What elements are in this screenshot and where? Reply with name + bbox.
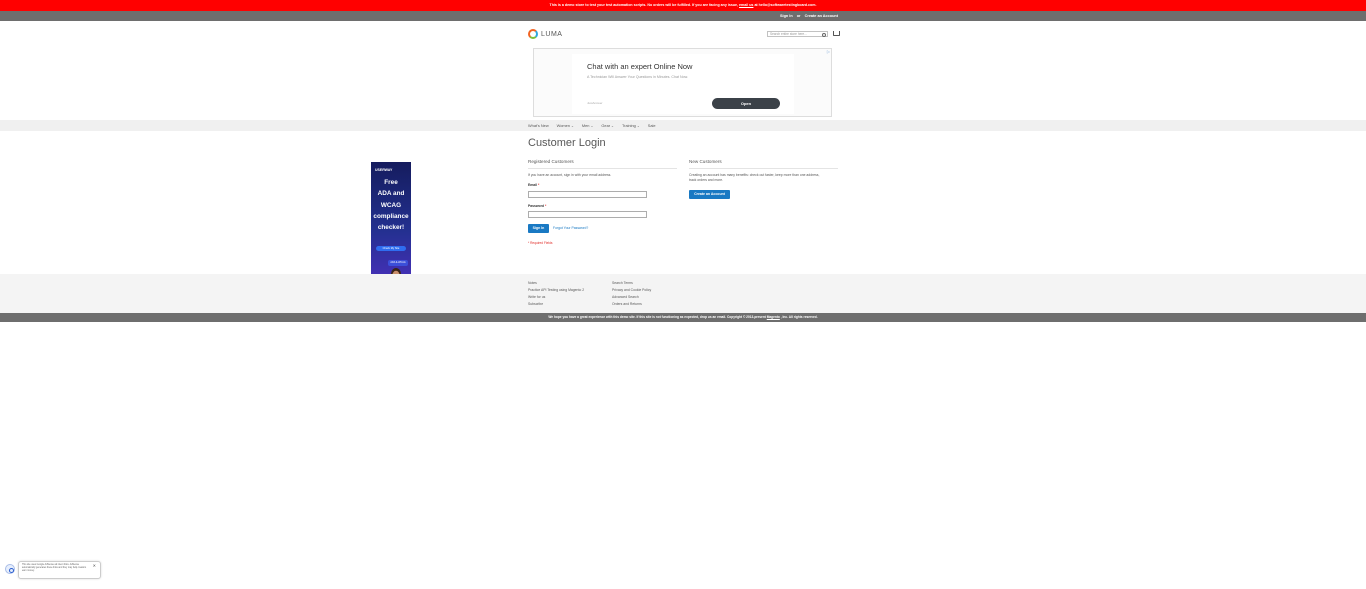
side-ad-cta-button[interactable]: Check My Site <box>376 246 406 251</box>
password-label: Password * <box>528 204 546 208</box>
or-text: or <box>796 14 801 18</box>
side-ad-line: ADA and <box>377 190 405 198</box>
nav-item-men[interactable]: Men <box>582 120 593 131</box>
nav-item-sale[interactable]: Sale <box>648 120 656 131</box>
email-label-text: Email <box>528 183 538 187</box>
close-icon[interactable]: ✕ <box>93 563 96 568</box>
divider <box>528 168 677 169</box>
divider <box>689 168 838 169</box>
privacy-settings-button[interactable] <box>5 564 15 574</box>
search-input[interactable]: Search entire store here... <box>767 31 828 37</box>
nav-items: What's New Women Men Gear Training Sale <box>528 120 656 131</box>
footer-link[interactable]: Privacy and Cookie Policy <box>612 287 651 293</box>
side-ad-line: compliance <box>373 212 409 220</box>
side-ad-line: WCAG <box>380 201 402 209</box>
luma-logo-icon <box>528 29 538 39</box>
ad-subtitle: A Technician Will Answer Your Questions … <box>587 75 689 79</box>
demo-notice-text: This is a demo store to test your test a… <box>549 3 739 7</box>
ad-advertiser: JustAnswer <box>587 101 603 105</box>
new-customers-line2: track orders and more. <box>689 178 724 182</box>
nav-item-gear[interactable]: Gear <box>601 120 614 131</box>
required-asterisk: * <box>544 204 547 208</box>
create-account-button[interactable]: Create an Account <box>689 190 730 199</box>
cart-icon[interactable] <box>833 31 840 36</box>
nav-item-women[interactable]: Women <box>557 120 574 131</box>
footer-link[interactable]: Orders and Returns <box>612 301 651 307</box>
sign-in-button[interactable]: Sign In <box>528 224 549 233</box>
footer-link[interactable]: Notes <box>528 280 584 286</box>
footer: Notes Practice API Testing using Magento… <box>0 274 1366 313</box>
footer-link[interactable]: Practice API Testing using Magento 2 <box>528 287 584 293</box>
registered-customers-title: Registered Customers <box>528 159 574 164</box>
side-ad-headline: Free ADA and WCAG compliance checker! <box>371 177 411 233</box>
logo[interactable]: LUMA <box>528 28 562 40</box>
email-field[interactable] <box>528 191 647 198</box>
logo-text: LUMA <box>541 30 563 38</box>
main-nav: What's New Women Men Gear Training Sale <box>0 120 1366 131</box>
search-placeholder: Search entire store here... <box>770 32 807 36</box>
footer-link[interactable]: Write for us <box>528 294 584 300</box>
forgot-password-link[interactable]: Forgot Your Password? <box>553 226 588 230</box>
footer-col-1: Notes Practice API Testing using Magento… <box>528 280 584 307</box>
ad-title: Chat with an expert Online Now <box>587 62 693 71</box>
search-icon[interactable] <box>822 33 826 37</box>
privacy-icon <box>9 568 14 573</box>
sign-in-link[interactable]: Sign In <box>780 14 793 18</box>
adchoices-icon[interactable]: ▷ <box>827 49 830 54</box>
footer-link[interactable]: Search Terms <box>612 280 651 286</box>
footer-link[interactable]: Advanced Search <box>612 294 651 300</box>
copyright-tail: , Inc. All rights reserved. <box>780 315 818 319</box>
required-asterisk: * <box>538 183 540 187</box>
required-fields-note: * Required Fields <box>528 241 553 245</box>
top-ad-banner[interactable]: ▷ Chat with an expert Online Now A Techn… <box>533 48 832 117</box>
copyright-bar: We hope you have a great experience with… <box>0 313 1366 322</box>
demo-notice-bar: This is a demo store to test your test a… <box>0 0 1366 11</box>
ad-content: Chat with an expert Online Now A Technic… <box>572 54 794 114</box>
header-links: Sign In or Create an Account <box>777 11 838 21</box>
ad-intent-notice-text: This site uses Google AdSense ad intent … <box>22 564 87 572</box>
page-title: Customer Login <box>528 137 606 149</box>
side-ad-logo: USERWAY <box>375 168 393 172</box>
password-label-text: Password <box>528 204 545 208</box>
registered-intro: If you have an account, sign in with you… <box>528 173 612 177</box>
nav-item-whats-new[interactable]: What's New <box>528 120 549 131</box>
header-panel: Sign In or Create an Account <box>0 11 1366 21</box>
create-account-link[interactable]: Create an Account <box>805 14 838 18</box>
copyright-text: We hope you have a great experience with… <box>548 315 766 319</box>
new-customers-title: New Customers <box>689 159 722 164</box>
nav-item-training[interactable]: Training <box>622 120 640 131</box>
demo-notice-tail: at hello@softwaretestingboard.com. <box>754 3 817 7</box>
ad-intent-notice: This site uses Google AdSense ad intent … <box>18 561 101 579</box>
email-us-link[interactable]: email us <box>739 3 753 7</box>
side-ad-line: checker! <box>377 224 405 232</box>
side-ad-line: Free <box>384 179 398 186</box>
footer-col-2: Search Terms Privacy and Cookie Policy A… <box>612 280 651 307</box>
footer-link[interactable]: Subscribe <box>528 301 584 307</box>
email-label: Email * <box>528 183 539 187</box>
magento-link[interactable]: Magento <box>767 315 780 319</box>
password-field[interactable] <box>528 211 647 218</box>
ad-open-button[interactable]: Open <box>712 98 780 109</box>
